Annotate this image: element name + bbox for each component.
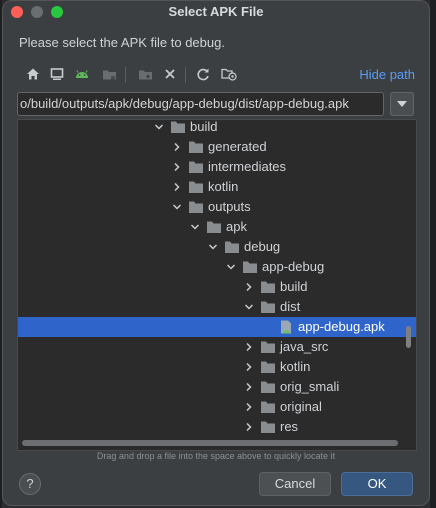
title-bar: Select APK File: [3, 1, 429, 23]
folder-icon: [260, 280, 276, 294]
folder-icon: [260, 340, 276, 354]
refresh-icon[interactable]: [193, 64, 213, 84]
chevron-down-icon: [397, 101, 407, 107]
cancel-button[interactable]: Cancel: [259, 472, 331, 496]
tree-item-label: dist: [280, 299, 301, 314]
folder-row[interactable]: dist: [18, 297, 416, 317]
folder-row[interactable]: apk: [18, 217, 416, 237]
tree-item-label: debug: [244, 239, 281, 254]
tree-item-label: kotlin: [208, 179, 239, 194]
tree-item-label: app-debug.apk: [298, 319, 385, 334]
folder-row[interactable]: build: [18, 277, 416, 297]
tree-item-label: intermediates: [208, 159, 287, 174]
folder-icon: [260, 360, 276, 374]
dialog-title: Select APK File: [168, 4, 264, 19]
folder-icon: [170, 120, 186, 134]
folder-row[interactable]: original: [18, 397, 416, 417]
folder-row[interactable]: intermediates: [18, 157, 416, 177]
folder-row[interactable]: app-debug: [18, 257, 416, 277]
apk-file-icon: [278, 320, 294, 334]
background-edge-right: [430, 0, 436, 508]
chevron-down-icon[interactable]: [244, 297, 254, 317]
folder-icon: [242, 260, 258, 274]
chevron-down-icon[interactable]: [226, 257, 236, 277]
toolbar-separator: [185, 67, 186, 83]
chevron-down-icon[interactable]: [172, 197, 182, 217]
folder-row[interactable]: orig_smali: [18, 377, 416, 397]
folder-row[interactable]: kotlin: [18, 177, 416, 197]
toolbar-separator: [125, 67, 126, 83]
tree-item-label: original: [280, 399, 322, 414]
chevron-down-icon[interactable]: [190, 217, 200, 237]
path-input[interactable]: o/build/outputs/apk/debug/app-debug/dist…: [17, 92, 384, 116]
folder-icon: [260, 420, 276, 434]
folder-icon: [206, 220, 222, 234]
folder-row[interactable]: generated: [18, 137, 416, 157]
chevron-right-icon[interactable]: [172, 177, 182, 197]
tree-item-label: orig_smali: [280, 379, 340, 394]
chevron-right-icon[interactable]: [244, 357, 254, 377]
project-folder-icon[interactable]: [99, 64, 119, 84]
horizontal-scrollbar[interactable]: [22, 440, 398, 446]
chevron-right-icon[interactable]: [172, 137, 182, 157]
folder-icon: [260, 400, 276, 414]
android-icon[interactable]: [72, 64, 92, 84]
folder-row[interactable]: build: [18, 119, 416, 137]
drag-drop-hint: Drag and drop a file into the space abov…: [96, 451, 336, 461]
folder-row[interactable]: kotlin: [18, 357, 416, 377]
tree-item-label: app-debug: [262, 259, 325, 274]
tree-item-label: outputs: [208, 199, 251, 214]
folder-row[interactable]: res: [18, 417, 416, 437]
chevron-down-icon[interactable]: [208, 237, 218, 257]
chevron-right-icon[interactable]: [244, 417, 254, 437]
folder-icon: [188, 160, 204, 174]
tree-item-label: kotlin: [280, 359, 311, 374]
desktop-icon[interactable]: [47, 64, 67, 84]
select-apk-dialog: Select APK File Please select the APK fi…: [2, 0, 430, 506]
folder-icon: [188, 180, 204, 194]
chevron-right-icon[interactable]: [244, 337, 254, 357]
folder-icon: [260, 380, 276, 394]
apk-file-row[interactable]: app-debug.apk: [18, 317, 416, 337]
folder-row[interactable]: debug: [18, 237, 416, 257]
folder-icon: [260, 300, 276, 314]
tree-item-label: apk: [226, 219, 247, 234]
folder-icon: [224, 240, 240, 254]
tree-item-label: build: [280, 279, 308, 294]
chevron-right-icon[interactable]: [244, 377, 254, 397]
ok-button[interactable]: OK: [341, 472, 413, 496]
folder-row[interactable]: outputs: [18, 197, 416, 217]
tree-item-label: build: [190, 119, 218, 134]
hide-path-link[interactable]: Hide path: [359, 67, 415, 82]
help-button[interactable]: ?: [19, 473, 41, 495]
path-history-dropdown[interactable]: [390, 92, 414, 116]
file-tree[interactable]: res original orig_smali kotlin java_src app-d…: [17, 119, 417, 451]
delete-icon[interactable]: [160, 64, 180, 84]
chevron-right-icon[interactable]: [244, 397, 254, 417]
chevron-down-icon[interactable]: [154, 120, 164, 137]
chevron-right-icon[interactable]: [172, 157, 182, 177]
tree-item-label: generated: [208, 139, 267, 154]
folder-icon: [188, 200, 204, 214]
folder-row[interactable]: java_src: [18, 337, 416, 357]
tree-item-label: res: [280, 419, 299, 434]
chevron-right-icon[interactable]: [244, 277, 254, 297]
home-icon[interactable]: [23, 64, 43, 84]
tree-item-label: java_src: [280, 339, 329, 354]
vertical-scrollbar[interactable]: [406, 326, 411, 348]
folder-icon: [188, 140, 204, 154]
show-hidden-icon[interactable]: [219, 64, 239, 84]
dialog-prompt: Please select the APK file to debug.: [19, 35, 225, 50]
new-folder-icon[interactable]: [135, 64, 155, 84]
